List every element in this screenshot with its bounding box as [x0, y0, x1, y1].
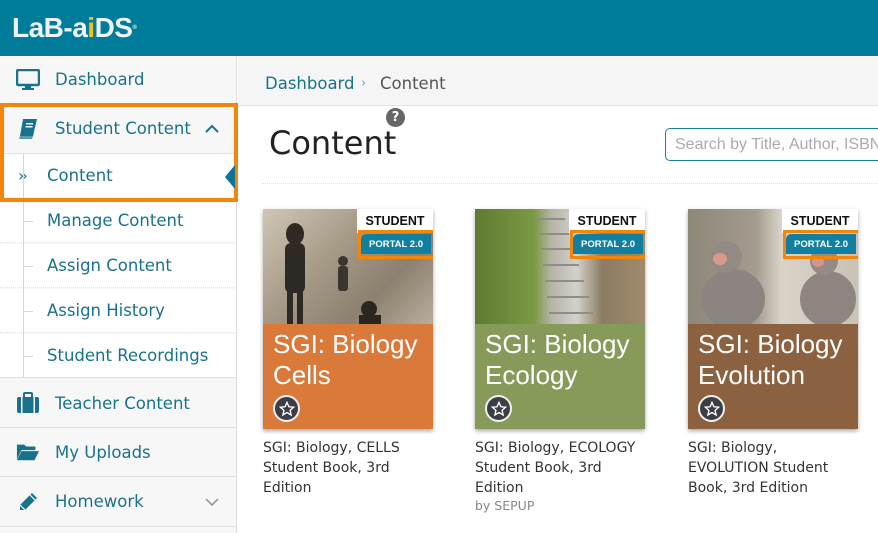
breadcrumb-separator-icon: › — [361, 76, 367, 91]
annotation-highlight-portal — [783, 230, 858, 259]
sidebar-subitem-content[interactable]: » Content — [0, 154, 236, 198]
favorite-star-icon[interactable] — [485, 395, 512, 422]
monitor-icon — [16, 68, 40, 92]
cover-title: SGI: Biology Evolution — [698, 329, 843, 390]
annotation-highlight-portal — [358, 230, 433, 259]
top-bar: LaB-aiDS® — [0, 0, 878, 56]
chevron-up-icon[interactable] — [204, 121, 220, 137]
book-icon — [16, 117, 40, 141]
help-icon[interactable]: ? — [386, 108, 405, 127]
sidebar-item-teacher-content[interactable]: Teacher Content — [0, 379, 236, 428]
annotation-highlight-portal — [570, 230, 645, 259]
book-cover[interactable]: SGI: Biology Ecology STUDENT PORTAL 2.0 — [475, 209, 645, 429]
sidebar-subitem-manage-content[interactable]: Manage Content — [0, 199, 236, 243]
active-item-marker — [225, 165, 235, 189]
breadcrumb-current: Content — [380, 74, 446, 93]
sidebar: Dashboard Student Content » Content Mana… — [0, 56, 237, 533]
sidebar-item-homework[interactable]: Homework — [0, 477, 236, 527]
search-input[interactable] — [665, 128, 878, 161]
pencil-icon — [16, 490, 40, 514]
tree-tick — [24, 356, 33, 357]
sidebar-subitem-student-recordings[interactable]: Student Recordings — [0, 334, 236, 378]
cover-title: SGI: Biology Cells — [273, 329, 418, 390]
book-title[interactable]: SGI: Biology, CELLS Student Book, 3rd Ed… — [263, 438, 433, 498]
book-cover[interactable]: SGI: Biology Cells STUDENT PORTAL 2.0 — [263, 209, 433, 429]
sidebar-item-student-content[interactable]: Student Content — [0, 104, 236, 154]
sidebar-item-my-uploads[interactable]: My Uploads — [0, 428, 236, 477]
sidebar-item-dashboard[interactable]: Dashboard — [0, 56, 236, 104]
folder-open-icon — [16, 440, 40, 464]
lab-aids-logo[interactable]: LaB-aiDS® — [12, 12, 137, 44]
tree-tick — [24, 311, 33, 312]
briefcase-icon — [16, 391, 40, 415]
tree-tick — [24, 221, 33, 222]
sidebar-subitem-assign-history[interactable]: Assign History — [0, 289, 236, 333]
page-title: Content — [269, 124, 397, 162]
book-card-ecology[interactable]: SGI: Biology Ecology STUDENT PORTAL 2.0 S… — [475, 209, 645, 514]
tree-line — [23, 154, 24, 378]
cover-title: SGI: Biology Ecology — [485, 329, 630, 390]
breadcrumb-dashboard-link[interactable]: Dashboard — [265, 74, 355, 93]
book-card-evolution[interactable]: SGI: Biology Evolution STUDENT PORTAL 2.0… — [688, 209, 858, 498]
book-title[interactable]: SGI: Biology, EVOLUTION Student Book, 3r… — [688, 438, 858, 498]
tree-tick — [24, 266, 33, 267]
breadcrumb: Dashboard › Content — [238, 56, 878, 106]
book-card-cells[interactable]: SGI: Biology Cells STUDENT PORTAL 2.0 SGI… — [263, 209, 433, 498]
favorite-star-icon[interactable] — [698, 395, 725, 422]
divider — [262, 183, 878, 184]
favorite-star-icon[interactable] — [273, 395, 300, 422]
sidebar-subitem-assign-content[interactable]: Assign Content — [0, 244, 236, 288]
chevron-down-icon[interactable] — [204, 494, 220, 510]
book-title[interactable]: SGI: Biology, ECOLOGY Student Book, 3rd … — [475, 438, 645, 498]
book-author: by SEPUP — [475, 498, 535, 513]
book-cover[interactable]: SGI: Biology Evolution STUDENT PORTAL 2.0 — [688, 209, 858, 429]
